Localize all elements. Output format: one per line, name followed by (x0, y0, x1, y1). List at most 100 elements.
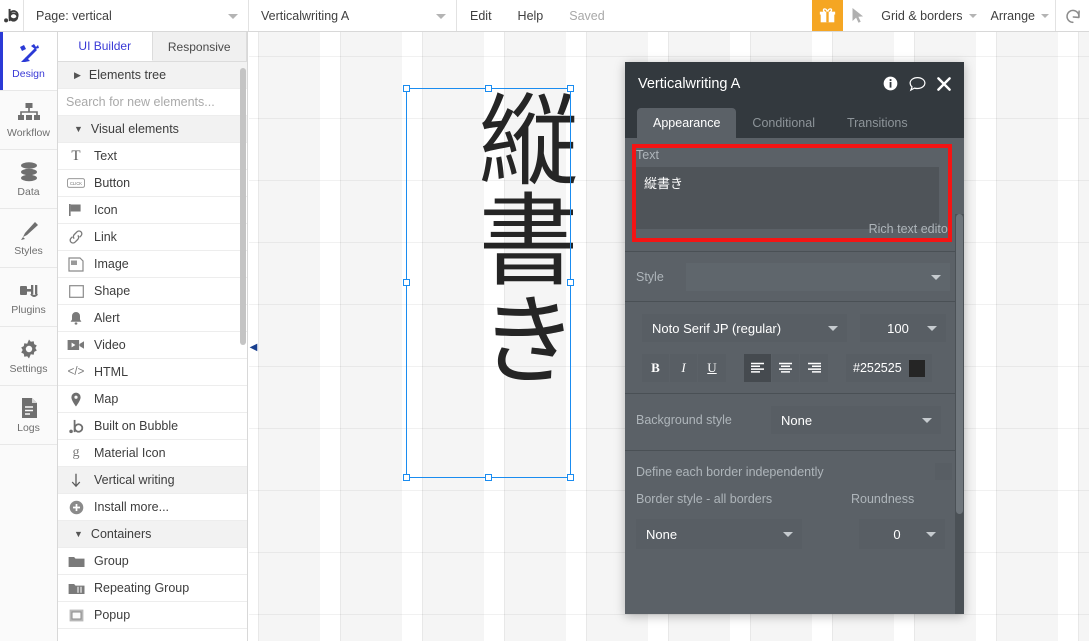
elements-tree-toggle[interactable]: ▶ Elements tree (58, 62, 247, 89)
info-icon[interactable] (883, 76, 898, 91)
scrollbar-thumb[interactable] (956, 214, 963, 514)
svg-text:CLICK: CLICK (70, 181, 82, 186)
element-item-popup[interactable]: Popup (58, 602, 247, 629)
element-item-label: Popup (94, 608, 131, 622)
property-editor-scrollbar[interactable] (955, 214, 964, 614)
pointer-icon[interactable] (843, 0, 873, 31)
chevron-down-icon (828, 326, 838, 331)
border-style-dropdown[interactable]: None (636, 519, 802, 549)
font-family-value: Noto Serif JP (regular) (652, 320, 782, 336)
divider (625, 393, 964, 394)
element-item-install-more[interactable]: Install more... (58, 494, 247, 521)
resize-handle-bottom-right[interactable] (567, 474, 574, 481)
divider (625, 301, 964, 302)
arrange-menu[interactable]: Arrange (983, 0, 1055, 31)
font-size-value: 100 (887, 320, 909, 336)
element-item-label: Alert (94, 311, 120, 325)
element-item-map[interactable]: Map (58, 386, 247, 413)
element-item-button[interactable]: CLICK Button (58, 170, 247, 197)
italic-button[interactable]: I (670, 354, 698, 382)
element-item-text[interactable]: T Text (58, 143, 247, 170)
resize-handle-bottom-center[interactable] (484, 474, 492, 481)
image-icon (66, 256, 86, 272)
element-item-label: Group (94, 554, 129, 568)
group-title: Containers (90, 527, 152, 541)
element-item-material-icon[interactable]: g Material Icon (58, 440, 247, 467)
tab-appearance[interactable]: Appearance (637, 108, 737, 138)
background-style-row: Background style None (636, 406, 941, 434)
resize-handle-top-center[interactable] (484, 85, 492, 92)
resize-handle-middle-left[interactable] (403, 279, 410, 286)
rail-item-plugins[interactable]: Plugins (0, 268, 57, 327)
define-borders-checkbox[interactable] (935, 463, 952, 480)
background-style-label: Background style (636, 413, 732, 427)
font-size-dropdown[interactable]: 100 (860, 314, 946, 342)
gear-icon (18, 337, 40, 361)
gift-icon[interactable] (812, 0, 844, 31)
align-left-icon[interactable] (744, 354, 772, 382)
element-item-repeating-group[interactable]: Repeating Group (58, 575, 247, 602)
style-dropdown[interactable] (686, 263, 950, 291)
format-row: B I U #252525 (642, 354, 932, 382)
underline-button[interactable]: U (698, 354, 726, 382)
rail-item-workflow[interactable]: Workflow (0, 91, 57, 150)
align-right-icon[interactable] (800, 354, 828, 382)
close-icon[interactable] (937, 76, 951, 91)
property-editor-tabs: Appearance Conditional Transitions (625, 105, 964, 138)
element-item-video[interactable]: Video (58, 332, 247, 359)
tab-conditional[interactable]: Conditional (736, 108, 831, 138)
workflow-icon (17, 101, 41, 125)
page-selector[interactable]: Page: vertical (24, 0, 249, 31)
search-input[interactable]: Search for new elements... (58, 89, 247, 116)
element-item-label: Shape (94, 284, 131, 298)
rail-item-data[interactable]: Data (0, 150, 57, 209)
tab-ui-builder[interactable]: UI Builder (58, 32, 153, 61)
tab-transitions[interactable]: Transitions (831, 108, 924, 138)
element-item-html[interactable]: </> HTML (58, 359, 247, 386)
page-selector-label: Page: vertical (36, 8, 112, 23)
element-item-link[interactable]: Link (58, 224, 247, 251)
bubble-logo[interactable] (0, 0, 24, 31)
element-item-shape[interactable]: Shape (58, 278, 247, 305)
resize-handle-top-left[interactable] (403, 85, 410, 92)
roundness-dropdown[interactable]: 0 (859, 519, 945, 549)
element-selector[interactable]: Verticalwriting A (249, 0, 457, 31)
elements-panel-scrollbar[interactable] (240, 68, 246, 345)
rail-item-settings[interactable]: Settings (0, 327, 57, 386)
font-family-dropdown[interactable]: Noto Serif JP (regular) (642, 314, 847, 342)
bold-button[interactable]: B (642, 354, 670, 382)
rail-item-settings-label: Settings (9, 363, 48, 376)
chevron-down-icon (922, 418, 932, 423)
element-item-icon[interactable]: Icon (58, 197, 247, 224)
rail-item-logs[interactable]: Logs (0, 386, 57, 445)
comment-icon[interactable] (909, 76, 926, 92)
pointer-icon-glyph (852, 8, 863, 23)
grid-borders-menu[interactable]: Grid & borders (873, 0, 982, 31)
property-editor-body: Text Rich text editor Style Noto Serif J… (625, 138, 964, 614)
element-item-group[interactable]: Group (58, 548, 247, 575)
resize-handle-bottom-left[interactable] (403, 474, 410, 481)
video-icon (66, 339, 86, 351)
help-menu[interactable]: Help (505, 0, 557, 31)
element-item-alert[interactable]: Alert (58, 305, 247, 332)
element-item-vertical-writing[interactable]: Vertical writing (58, 467, 247, 494)
element-item-built-on-bubble[interactable]: Built on Bubble (58, 413, 247, 440)
rail-item-design-label: Design (12, 68, 45, 81)
undo-icon[interactable] (1055, 0, 1089, 31)
rail-item-styles[interactable]: Styles (0, 209, 57, 268)
edit-menu[interactable]: Edit (457, 0, 505, 31)
group-header-containers[interactable]: ▼ Containers (58, 521, 247, 548)
text-section-highlight (632, 144, 952, 242)
resize-handle-middle-right[interactable] (567, 279, 574, 286)
align-center-icon[interactable] (772, 354, 800, 382)
background-style-dropdown[interactable]: None (771, 406, 941, 434)
element-item-image[interactable]: Image (58, 251, 247, 278)
material-icon: g (72, 445, 80, 460)
panel-collapse-toggle[interactable]: ◀ (249, 340, 258, 354)
rail-item-design[interactable]: Design (0, 32, 57, 91)
flag-icon (66, 203, 86, 217)
text-color-picker[interactable]: #252525 (846, 354, 932, 382)
resize-handle-top-right[interactable] (567, 85, 574, 92)
group-header-visual-elements[interactable]: ▼ Visual elements (58, 116, 247, 143)
tab-responsive[interactable]: Responsive (152, 32, 247, 61)
